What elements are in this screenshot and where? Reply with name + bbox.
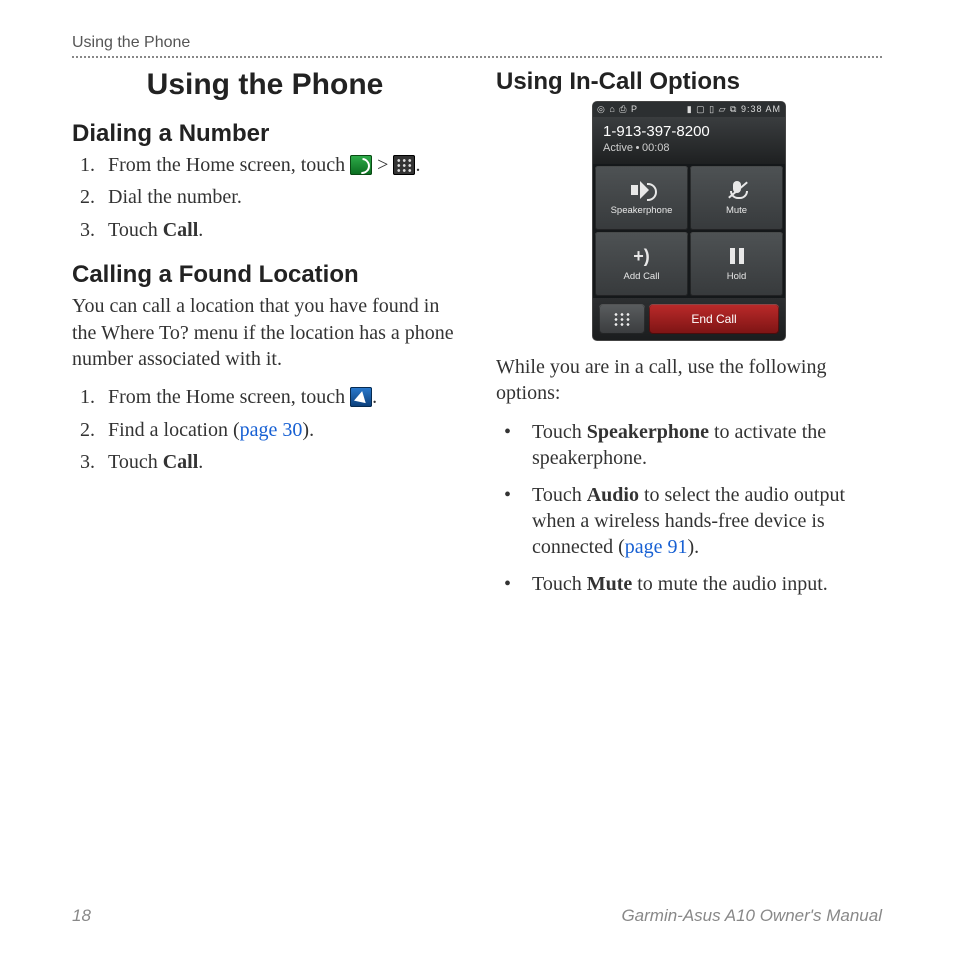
bold: Speakerphone	[587, 421, 709, 443]
add-call-button[interactable]: +) Add Call	[595, 232, 688, 296]
dialpad-button[interactable]	[599, 304, 645, 334]
in-call-grid: Speakerphone Mute +) Add Call Hold	[593, 164, 785, 298]
call-status: Active 00:08	[603, 142, 775, 154]
page-link[interactable]: page 91	[625, 536, 688, 558]
dialpad-icon	[393, 155, 415, 175]
dot-icon	[636, 146, 639, 149]
status-right: ▮ ▢ ▯ ▱ ⧉ 9:38 AM	[687, 104, 781, 115]
text: .	[198, 219, 203, 241]
hold-button[interactable]: Hold	[690, 232, 783, 296]
chapter-title: Using the Phone	[72, 68, 458, 102]
heading-dialing: Dialing a Number	[72, 120, 458, 148]
text: Touch	[532, 484, 587, 506]
text: Touch	[108, 451, 163, 473]
call-header: 1-913-397-8200 Active 00:08	[593, 117, 785, 164]
button-label: Add Call	[624, 271, 660, 282]
status-bar: ◎ ⌂ ⎙ P ▮ ▢ ▯ ▱ ⧉ 9:38 AM	[593, 102, 785, 117]
text: Touch	[532, 573, 587, 595]
step: From the Home screen, touch > .	[100, 152, 458, 178]
button-label: Speakerphone	[611, 205, 673, 216]
heading-found-location: Calling a Found Location	[72, 261, 458, 289]
bullet: Touch Mute to mute the audio input.	[496, 571, 882, 597]
paragraph: You can call a location that you have fo…	[72, 293, 458, 372]
columns: Using the Phone Dialing a Number From th…	[72, 64, 882, 609]
step: From the Home screen, touch .	[100, 384, 458, 410]
text: ).	[302, 419, 314, 441]
steps-dialing: From the Home screen, touch > . Dial the…	[78, 152, 458, 243]
text: ).	[688, 536, 700, 558]
add-call-icon: +)	[595, 247, 688, 265]
bold: Call	[163, 219, 199, 241]
step: Touch Call.	[100, 217, 458, 243]
text: Touch	[108, 219, 163, 241]
status-text: Active	[603, 142, 633, 154]
page-number: 18	[72, 906, 91, 926]
where-to-icon	[350, 387, 372, 407]
end-call-button[interactable]: End Call	[649, 304, 779, 334]
hold-icon	[726, 247, 748, 265]
bullet: Touch Speakerphone to activate the speak…	[496, 419, 882, 472]
step: Touch Call.	[100, 449, 458, 475]
screenshot-wrap: ◎ ⌂ ⎙ P ▮ ▢ ▯ ▱ ⧉ 9:38 AM 1-913-397-8200…	[496, 102, 882, 340]
text: .	[198, 451, 203, 473]
text: From the Home screen, touch	[108, 154, 350, 176]
page-link[interactable]: page 30	[240, 419, 303, 441]
button-label: Mute	[726, 205, 747, 216]
bold: Call	[163, 451, 199, 473]
phone-number: 1-913-397-8200	[603, 123, 775, 140]
mute-button[interactable]: Mute	[690, 166, 783, 230]
button-label: Hold	[727, 271, 747, 282]
heading-incall: Using In-Call Options	[496, 68, 882, 96]
bottom-bar: End Call	[593, 298, 785, 340]
right-column: Using In-Call Options ◎ ⌂ ⎙ P ▮ ▢ ▯ ▱ ⧉ …	[496, 64, 882, 609]
text: .	[415, 154, 420, 176]
bold: Audio	[587, 484, 639, 506]
text: From the Home screen, touch	[108, 386, 350, 408]
text: Find a location (	[108, 419, 240, 441]
steps-found-location: From the Home screen, touch . Find a loc…	[78, 384, 458, 475]
step: Find a location (page 30).	[100, 417, 458, 443]
paragraph: While you are in a call, use the followi…	[496, 354, 882, 407]
step: Dial the number.	[100, 184, 458, 210]
speaker-icon	[631, 181, 653, 199]
bullets-incall: Touch Speakerphone to activate the speak…	[496, 419, 882, 597]
bold: Mute	[587, 573, 633, 595]
status-left: ◎ ⌂ ⎙ P	[597, 104, 638, 115]
left-column: Using the Phone Dialing a Number From th…	[72, 64, 458, 609]
page: Using the Phone Using the Phone Dialing …	[0, 0, 954, 954]
footer: 18 Garmin-Asus A10 Owner's Manual	[72, 906, 882, 926]
running-header: Using the Phone	[72, 34, 882, 58]
text: >	[377, 154, 393, 176]
phone-icon	[350, 155, 372, 175]
text: .	[372, 386, 377, 408]
call-duration: 00:08	[642, 142, 670, 154]
text: Touch	[532, 421, 587, 443]
mute-icon	[726, 181, 748, 199]
speakerphone-button[interactable]: Speakerphone	[595, 166, 688, 230]
manual-title: Garmin-Asus A10 Owner's Manual	[621, 906, 882, 926]
bullet: Touch Audio to select the audio output w…	[496, 482, 882, 561]
dialpad-icon	[613, 312, 631, 326]
phone-screenshot: ◎ ⌂ ⎙ P ▮ ▢ ▯ ▱ ⧉ 9:38 AM 1-913-397-8200…	[593, 102, 785, 340]
text: to mute the audio input.	[632, 573, 828, 595]
